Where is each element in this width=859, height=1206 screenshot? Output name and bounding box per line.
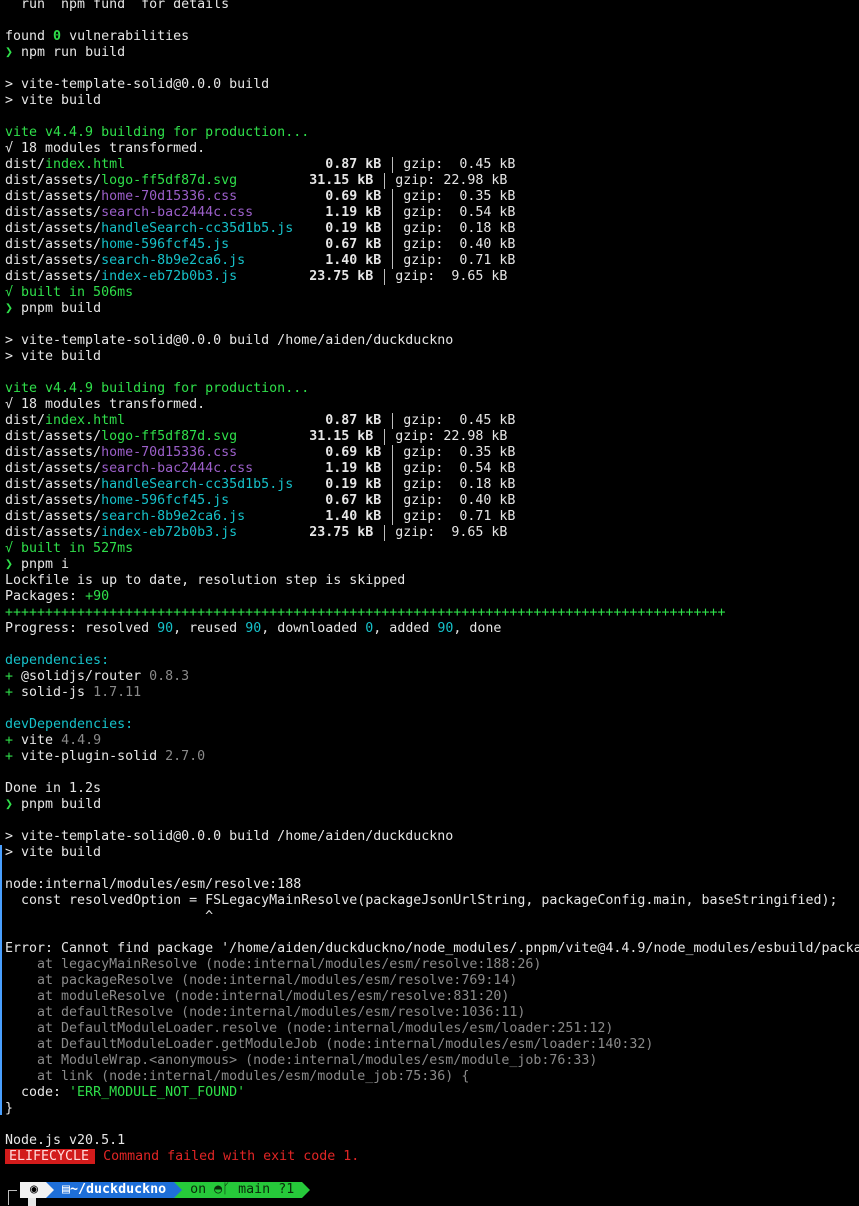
- build-output-row: dist/index.html 0.87 kB gzip: 0.45 kB: [5, 157, 516, 173]
- build-output-row: dist/assets/handleSearch-cc35d1b5.js 0.1…: [5, 477, 516, 493]
- build-output-row: dist/assets/search-bac2444c.css 1.19 kB g…: [5, 205, 516, 221]
- terminal-line: const resolvedOption = FSLegacyMainResol…: [5, 893, 838, 908]
- terminal-line: √ 18 modules transformed.: [5, 397, 206, 412]
- git-status: ?1: [278, 1182, 295, 1197]
- command-line: ❯ pnpm build: [5, 797, 102, 812]
- build-output-row: dist/assets/search-8b9e2ca6.js 1.40 kB gz…: [5, 253, 516, 269]
- build-output-row: dist/assets/logo-ff5df87d.svg 31.15 kB gz…: [5, 173, 508, 189]
- command-line: ❯ pnpm build: [5, 301, 102, 316]
- stack-trace-line: at DefaultModuleLoader.resolve (node:int…: [5, 1021, 614, 1036]
- terminal-line: Progress: resolved 90, reused 90, downlo…: [5, 621, 502, 636]
- text-cursor[interactable]: [28, 1198, 36, 1206]
- terminal-line: > vite build: [5, 349, 102, 364]
- folder-icon: ▤: [62, 1182, 71, 1197]
- build-output-row: dist/assets/index-eb72b0b3.js 23.75 kB gz…: [5, 525, 508, 541]
- terminal-line: ^: [5, 909, 214, 924]
- build-output-row: dist/assets/search-8b9e2ca6.js 1.40 kB gz…: [5, 509, 516, 525]
- build-output-row: dist/assets/handleSearch-cc35d1b5.js 0.1…: [5, 221, 516, 237]
- terminal-line: √ built in 527ms: [5, 541, 134, 556]
- terminal-line: + @solidjs/router 0.8.3: [5, 669, 190, 684]
- prompt-chevron-icon: ❯: [5, 45, 14, 60]
- stack-trace-line: at ModuleWrap.<anonymous> (node:internal…: [5, 1053, 598, 1068]
- terminal-line: > vite build: [5, 93, 102, 108]
- terminal-window[interactable]: run `npm fund` for details found 0 vulne…: [0, 0, 859, 1206]
- status-prompt: ◉ ▤~/duckduckno on ◓ᚴ main ?1: [20, 1182, 311, 1198]
- progress-bar: ++++++++++++++++++++++++++++++++++++++++…: [5, 605, 725, 620]
- terminal-line: > vite-template-solid@0.0.0 build: [5, 77, 270, 92]
- terminal-line: run `npm fund` for details: [5, 0, 230, 12]
- prompt-corner: [8, 1190, 17, 1205]
- selection-marker: [0, 845, 2, 1115]
- terminal-line: + vite 4.4.9: [5, 733, 102, 748]
- build-output-row: dist/assets/home-70d15336.css 0.69 kB gzi…: [5, 189, 516, 205]
- terminal-line: vite v4.4.9 building for production...: [5, 381, 310, 396]
- elifecycle-badge: ELIFECYCLE: [5, 1149, 96, 1164]
- terminal-line: code: 'ERR_MODULE_NOT_FOUND': [5, 1085, 246, 1100]
- terminal-line: √ 18 modules transformed.: [5, 141, 206, 156]
- stack-trace-line: at packageResolve (node:internal/modules…: [5, 973, 518, 988]
- terminal-line: + vite-plugin-solid 2.7.0: [5, 749, 206, 764]
- prompt-chevron-icon: ❯: [5, 301, 14, 316]
- prompt-chevron-icon: ❯: [5, 797, 14, 812]
- stack-trace-line: at DefaultModuleLoader.getModuleJob (nod…: [5, 1037, 654, 1052]
- terminal-line: √ built in 506ms: [5, 285, 134, 300]
- github-icon: ◓: [214, 1182, 223, 1197]
- terminal-line: Node.js v20.5.1: [5, 1133, 126, 1148]
- terminal-line: dependencies:: [5, 653, 110, 668]
- stack-trace-line: at moduleResolve (node:internal/modules/…: [5, 989, 510, 1004]
- build-output-row: dist/assets/home-70d15336.css 0.69 kB gzi…: [5, 445, 516, 461]
- terminal-line: vite v4.4.9 building for production...: [5, 125, 310, 140]
- terminal-line: }: [5, 1101, 14, 1116]
- terminal-line: found 0 vulnerabilities: [5, 29, 190, 44]
- build-output-row: dist/assets/home-596fcf45.js 0.67 kB gzip…: [5, 493, 516, 509]
- build-output-row: dist/assets/search-bac2444c.css 1.19 kB g…: [5, 461, 516, 477]
- stack-trace-line: at link (node:internal/modules/esm/modul…: [5, 1069, 470, 1084]
- command-line: ❯ npm run build: [5, 45, 126, 60]
- git-branch: main: [238, 1182, 271, 1197]
- error-message: Error: Cannot find package '/home/aiden/…: [5, 941, 859, 956]
- stack-trace-line: at legacyMainResolve (node:internal/modu…: [5, 957, 542, 972]
- terminal-line: > vite build: [5, 845, 102, 860]
- terminal-line: Done in 1.2s: [5, 781, 102, 796]
- build-output-row: dist/assets/index-eb72b0b3.js 23.75 kB gz…: [5, 269, 508, 285]
- terminal-line: Lockfile is up to date, resolution step …: [5, 573, 406, 588]
- prompt-path: ~/duckduckno: [70, 1182, 167, 1197]
- terminal-line: ELIFECYCLE Command failed with exit code…: [5, 1149, 359, 1165]
- terminal-line: node:internal/modules/esm/resolve:188: [5, 877, 302, 892]
- stack-trace-line: at defaultResolve (node:internal/modules…: [5, 1005, 526, 1020]
- build-output-row: dist/assets/home-596fcf45.js 0.67 kB gzip…: [5, 237, 516, 253]
- terminal-line: devDependencies:: [5, 717, 134, 732]
- prompt-chevron-icon: ❯: [5, 557, 14, 572]
- terminal-line: > vite-template-solid@0.0.0 build /home/…: [5, 333, 454, 348]
- debian-icon: ◉: [20, 1182, 47, 1198]
- terminal-line: Packages: +90: [5, 589, 110, 604]
- build-output-row: dist/index.html 0.87 kB gzip: 0.45 kB: [5, 413, 516, 429]
- build-output-row: dist/assets/logo-ff5df87d.svg 31.15 kB gz…: [5, 429, 508, 445]
- command-line: ❯ pnpm i: [5, 557, 70, 572]
- terminal-line: > vite-template-solid@0.0.0 build /home/…: [5, 829, 454, 844]
- git-branch-icon: ᚴ: [222, 1182, 231, 1197]
- terminal-line: + solid-js 1.7.11: [5, 685, 142, 700]
